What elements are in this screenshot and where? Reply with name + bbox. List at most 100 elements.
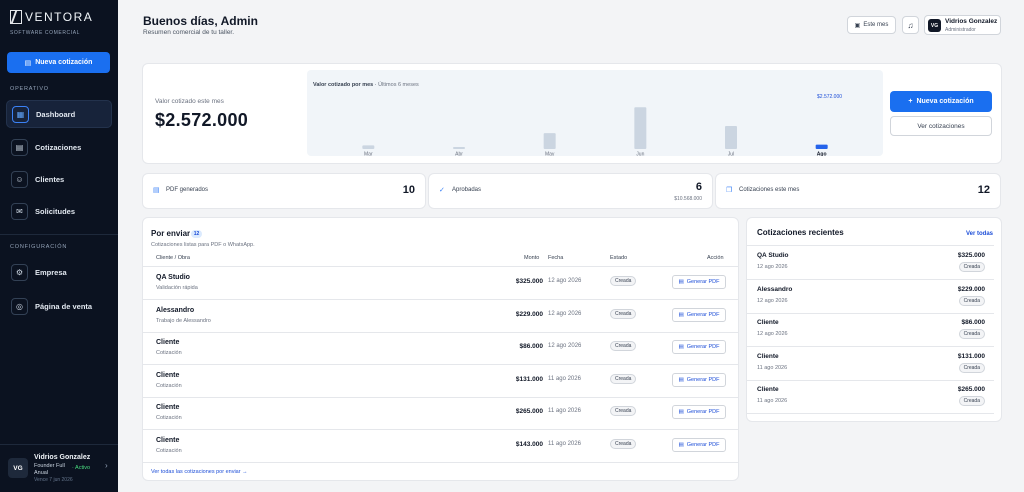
recent-client-name: QA Studio xyxy=(757,252,789,259)
row-client-name: Cliente xyxy=(156,404,180,411)
recent-view-all-link[interactable]: Ver todas xyxy=(966,231,993,237)
period-label: Este mes xyxy=(863,22,889,28)
generate-pdf-button[interactable]: ▤ Generar PDF xyxy=(672,275,726,289)
list-item[interactable]: QA Studio 12 ago 2026 $325.000 Creada xyxy=(747,246,994,280)
recent-date: 11 ago 2026 xyxy=(757,364,788,371)
status-badge: Creada xyxy=(610,341,637,351)
list-item[interactable]: Cliente 12 ago 2026 $86.000 Creada xyxy=(747,313,994,347)
table-row[interactable]: QA Studio Validación rápida $325.000 12 ago… xyxy=(143,267,738,300)
inbox-icon: ✉ xyxy=(11,202,28,220)
status-badge: Creada xyxy=(958,329,985,339)
table-row[interactable]: Cliente Cotización $265.000 11 ago 2026 Crea… xyxy=(143,397,738,430)
row-client-name: Alessandro xyxy=(156,306,195,314)
column-header-amount: Monto xyxy=(524,255,540,261)
row-client-desc: Trabajo de Alessandro xyxy=(156,317,211,324)
notifications-button[interactable]: ♫ xyxy=(902,16,919,34)
sidebar: VENTORA SOFTWARE COMERCIAL ▤ Nueva cotiz… xyxy=(0,0,118,492)
status-badge: Creada xyxy=(610,438,637,449)
period-button[interactable]: ▣ Este mes xyxy=(847,16,896,34)
row-client-desc: Validación rápida xyxy=(156,285,198,291)
brand-logo[interactable]: VENTORA xyxy=(10,10,93,24)
generate-pdf-label: Generar PDF xyxy=(686,441,720,448)
chart-bar[interactable] xyxy=(543,133,556,149)
row-date: 12 ago 2026 xyxy=(548,278,582,284)
bell-icon: ♫ xyxy=(907,20,914,30)
brand-subtitle: SOFTWARE COMERCIAL xyxy=(10,30,81,36)
recent-client-name: Cliente xyxy=(757,352,779,360)
table-row[interactable]: Cliente Cotización $86.000 12 ago 2026 Cread… xyxy=(143,332,738,365)
sidebar-user-expiry: Vence 7 jun 2026 xyxy=(34,477,73,483)
generate-pdf-label: Generar PDF xyxy=(686,279,720,285)
stat-value: 6 xyxy=(695,181,702,193)
recent-client-name: Alessandro xyxy=(757,285,793,293)
document-icon: ▤ xyxy=(678,409,684,415)
row-client-name: QA Studio xyxy=(156,274,190,281)
new-quote-button[interactable]: ▤ Nueva cotización xyxy=(7,52,110,73)
status-badge: Creada xyxy=(958,362,985,373)
sidebar-item-label: Dashboard xyxy=(36,109,76,119)
recent-date: 12 ago 2026 xyxy=(757,264,788,270)
generate-pdf-button[interactable]: ▤ Generar PDF xyxy=(672,437,726,452)
monthly-chart: Valor cotizado por mes · Últimos 6 meses… xyxy=(307,70,883,156)
row-client-name: Cliente xyxy=(156,371,180,379)
status-badge: Creada xyxy=(958,396,985,406)
chart-bar[interactable] xyxy=(362,145,375,149)
sidebar-item-empresa[interactable]: ⚙ Empresa xyxy=(6,258,112,286)
sidebar-item-label: Solicitudes xyxy=(35,206,76,216)
column-header-action: Acción xyxy=(707,255,724,261)
status-badge: Creada xyxy=(958,262,985,272)
stat-card-pdf: ▤ PDF generados 10 xyxy=(142,173,426,209)
table-row[interactable]: Cliente Cotización $131.000 11 ago 2026 Crea… xyxy=(143,365,738,398)
row-client-name: Cliente xyxy=(156,339,180,346)
sidebar-item-label: Clientes xyxy=(35,174,65,184)
generate-pdf-label: Generar PDF xyxy=(686,409,720,415)
recent-date: 12 ago 2026 xyxy=(757,297,788,304)
sidebar-item-clientes[interactable]: ☺ Clientes xyxy=(6,165,112,193)
table-row[interactable]: Cliente Cotización $143.000 11 ago 2026 Crea… xyxy=(143,430,738,463)
generate-pdf-button[interactable]: ▤ Generar PDF xyxy=(672,340,726,354)
list-item[interactable]: Alessandro 12 ago 2026 $229.000 Creada xyxy=(747,280,994,314)
generate-pdf-button[interactable]: ▤ Generar PDF xyxy=(672,405,726,419)
list-item[interactable]: Cliente 11 ago 2026 $265.000 Creada xyxy=(747,380,994,414)
chart-bar[interactable] xyxy=(634,107,647,149)
sidebar-user-status: · Activo xyxy=(72,465,91,471)
list-item[interactable]: Cliente 11 ago 2026 $131.000 Creada xyxy=(747,347,994,381)
row-client-name: Cliente xyxy=(156,436,180,444)
column-header-client: Cliente / Obra xyxy=(156,255,190,261)
stat-label: PDF generados xyxy=(166,187,209,193)
stat-value: 12 xyxy=(977,184,990,196)
chart-bar[interactable] xyxy=(725,125,737,149)
hero-new-quote-button[interactable]: + Nueva cotización xyxy=(890,91,992,112)
hero-card: Valor cotizado este mes $2.572.000 Valor… xyxy=(142,63,1002,164)
pending-subtitle: Cotizaciones listas para PDF o WhatsApp. xyxy=(151,242,255,248)
table-row[interactable]: Alessandro Trabajo de Alessandro $229.000 1… xyxy=(143,300,738,333)
chart-bar[interactable] xyxy=(815,144,828,149)
row-date: 11 ago 2026 xyxy=(548,408,581,414)
stat-card-approved: ✓ Aprobadas 6 $10.568.000 xyxy=(428,173,713,209)
generate-pdf-button[interactable]: ▤ Generar PDF xyxy=(672,372,726,387)
row-amount: $131.000 xyxy=(515,375,543,383)
sidebar-item-pagina-venta[interactable]: ◎ Página de venta xyxy=(6,292,112,320)
row-amount: $229.000 xyxy=(515,310,543,318)
section-configuracion: CONFIGURACIÓN xyxy=(10,244,68,250)
status-badge: Creada xyxy=(610,276,637,286)
sidebar-item-cotizaciones[interactable]: ▤ Cotizaciones xyxy=(6,133,112,161)
view-all-pending-link[interactable]: Ver todas las cotizaciones por enviar → xyxy=(151,469,248,475)
view-quotes-button[interactable]: Ver cotizaciones xyxy=(890,116,992,136)
row-amount: $86.000 xyxy=(519,343,544,350)
sidebar-item-dashboard[interactable]: ▦ Dashboard xyxy=(6,100,112,128)
status-badge: Creada xyxy=(610,373,637,384)
chart-svg: Mar Abr May Jun Jul Ago xyxy=(362,107,828,156)
chart-bar[interactable] xyxy=(453,147,465,149)
sidebar-item-label: Empresa xyxy=(35,267,67,277)
stat-subvalue: $10.568.000 xyxy=(674,196,702,202)
header-user-menu[interactable]: VG Vidrios Gonzalez Administrador xyxy=(924,15,1001,35)
generate-pdf-label: Generar PDF xyxy=(686,344,720,350)
generate-pdf-button[interactable]: ▤ Generar PDF xyxy=(672,307,726,322)
sidebar-item-label: Página de venta xyxy=(35,301,93,311)
sidebar-item-solicitudes[interactable]: ✉ Solicitudes xyxy=(6,197,112,225)
sidebar-divider xyxy=(0,444,118,445)
document-icon: ▤ xyxy=(678,376,684,383)
recent-amount: $265.000 xyxy=(957,386,985,393)
column-header-status: Estado xyxy=(610,255,628,261)
